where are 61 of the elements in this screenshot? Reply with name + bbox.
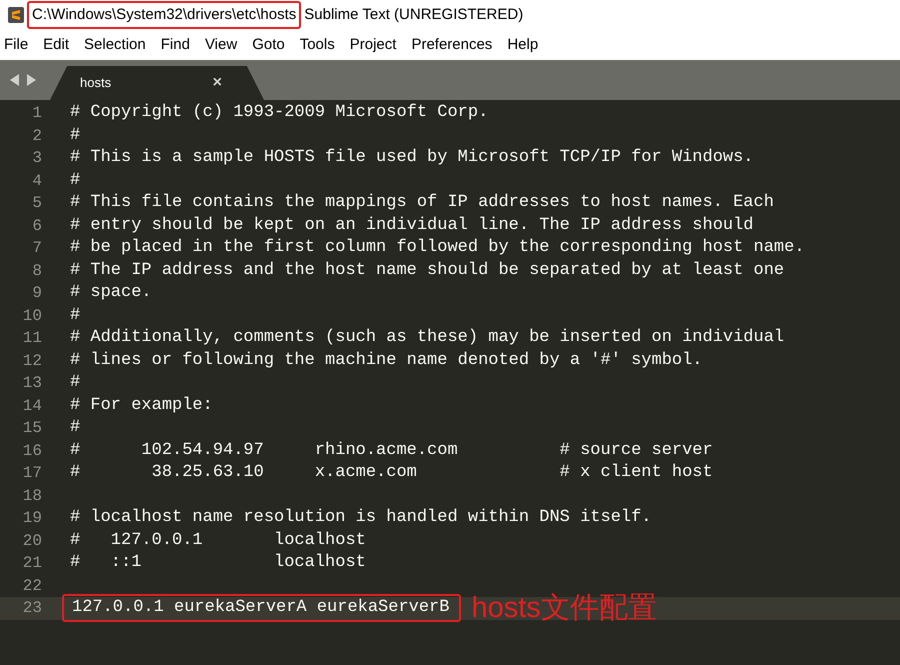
line-number: 3 [31, 148, 42, 170]
line-number: 13 [22, 373, 42, 394]
line-number: 6 [31, 216, 42, 237]
line-number: 18 [22, 486, 42, 507]
window-title: Sublime Text (UNREGISTERED) [304, 4, 524, 25]
menu-item[interactable]: Find [160, 34, 190, 56]
line-number: 15 [22, 418, 42, 440]
code-line: # entry should be kept on an individual line. The IP address should [69, 214, 755, 237]
menu-item[interactable]: Preferences [411, 34, 492, 56]
line-number: 8 [31, 260, 42, 282]
menu-item[interactable]: View [204, 34, 238, 56]
tab[interactable]: hosts × [50, 66, 264, 100]
window-title-path: C:\Windows\System32\drivers\etc\hosts [27, 0, 302, 30]
code-line: # Additionally, comments (such as these) may be inserted on individual [69, 327, 786, 350]
menu-item[interactable]: Goto [252, 34, 285, 56]
line-number: 12 [22, 350, 42, 372]
code-line: # [69, 372, 82, 394]
code-line: # The IP address and the host name should be separated by at least one [69, 260, 786, 282]
app-logo-icon [8, 7, 24, 23]
line-number: 14 [22, 396, 42, 417]
line-number: 1 [31, 103, 42, 124]
code-line: # [69, 304, 82, 327]
left-arrow-icon[interactable] [10, 74, 20, 86]
line-number: 2 [31, 126, 42, 147]
code-line: # lines or following the machine name denoted by a '#' symbol. [69, 350, 704, 372]
line-number: 21 [22, 553, 42, 574]
code-line: # This file contains the mappings of IP addresses to host names. Each [69, 192, 775, 214]
menu-item[interactable]: File [4, 34, 28, 56]
code-line: # be placed in the first column followed by the corresponding host name. [69, 237, 806, 260]
menu-item[interactable]: Edit [43, 34, 70, 56]
menu-item[interactable]: Selection [84, 34, 146, 56]
code-line: # 102.54.94.97 rhino.acme.com # source server [69, 440, 714, 462]
code-line: # [69, 170, 82, 192]
code-line: # This is a sample HOSTS file used by Microsoft TCP/IP for Windows. [69, 147, 755, 170]
code-line: # 38.25.63.10 x.acme.com # x client host [69, 462, 714, 484]
annotation-note: hosts文件配置 [471, 590, 657, 626]
menu-item[interactable]: Project [350, 34, 396, 56]
line-number: 11 [22, 328, 42, 350]
line-number: 17 [22, 463, 42, 484]
line-number: 5 [31, 193, 42, 214]
line-number: 22 [22, 576, 42, 597]
line-number: 16 [22, 440, 42, 462]
code-line: # Copyright (c) 1993-2009 Microsoft Corp. [69, 102, 490, 124]
code-line: # localhost name resolution is handled within DNS itself. [69, 507, 652, 530]
line-number: 20 [22, 530, 42, 552]
line-number: 4 [31, 170, 42, 192]
code-line: # space. [69, 282, 153, 304]
menu-item[interactable]: Help [507, 34, 538, 56]
line-number: 19 [22, 508, 42, 530]
right-arrow-icon[interactable] [26, 74, 36, 86]
code-line: # For example: [69, 394, 214, 417]
line-number: 7 [31, 238, 42, 260]
code-line: # ::1 localhost [69, 552, 367, 574]
menu-item[interactable]: Tools [300, 34, 335, 56]
code-line: # 127.0.0.1 localhost [69, 530, 367, 552]
line-number: 9 [31, 283, 42, 304]
close-icon[interactable]: × [212, 71, 222, 95]
code-line: # [69, 124, 82, 147]
line-number: 10 [22, 306, 42, 327]
line-number: 23 [22, 598, 42, 620]
code-line: # [69, 417, 82, 440]
